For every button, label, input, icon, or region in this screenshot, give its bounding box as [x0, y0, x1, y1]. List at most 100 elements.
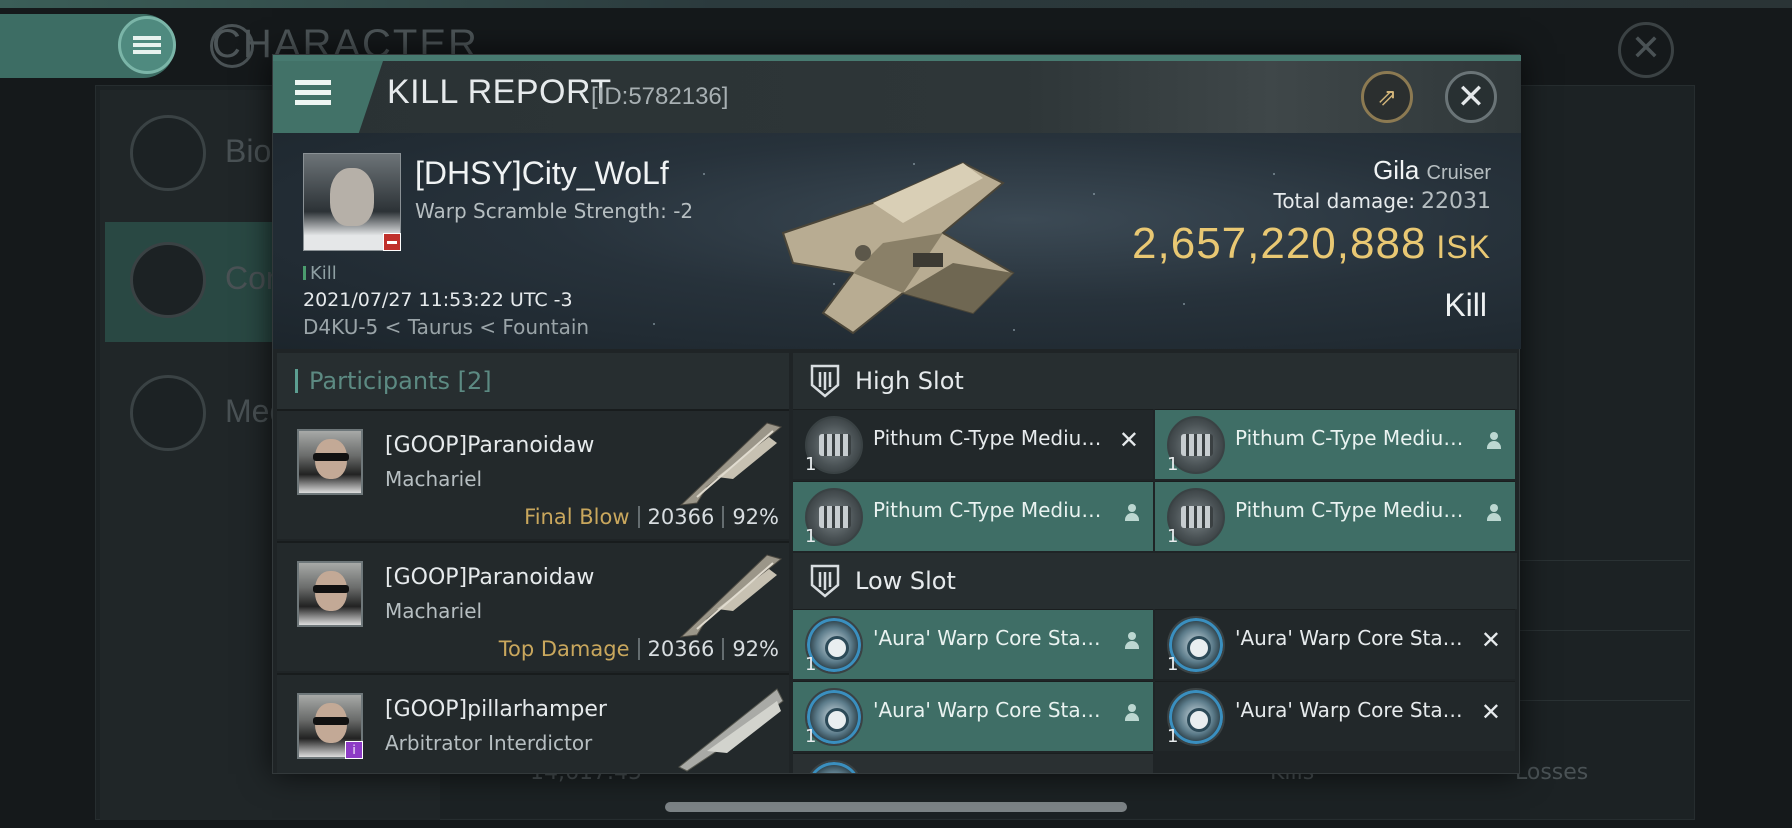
background-losses-label: Losses [1515, 760, 1589, 785]
destroyed-x-icon: ✕ [1118, 426, 1139, 454]
participant-portrait[interactable] [297, 561, 363, 627]
module-quantity: 1 [1167, 526, 1179, 547]
star-icon [130, 375, 206, 451]
module-name: Pithum C-Type Medium... [1235, 498, 1475, 522]
dropped-person-icon [1125, 632, 1139, 650]
high-slot-label: High Slot [855, 367, 964, 395]
main-menu-button[interactable] [118, 16, 176, 74]
dropped-person-icon [1487, 504, 1501, 522]
module-quantity: 1 [805, 454, 817, 475]
high-slot-header: High Slot [793, 353, 1517, 409]
module-item[interactable]: 1 Pithum C-Type Medium... [793, 481, 1153, 551]
background-top-bar [0, 0, 1792, 8]
module-item[interactable]: 1 'Aura' Warp Core Stabilizer [793, 681, 1153, 751]
module-name: 'Aura' Warp Core Stabilizer [873, 698, 1113, 722]
ship-class: Cruiser [1426, 162, 1491, 184]
module-item[interactable]: 1 Pithum C-Type Medium... [1155, 409, 1515, 479]
crossed-swords-icon [130, 242, 206, 318]
participant-percent: 92% [732, 505, 779, 529]
participant-damage: 20366 [647, 637, 715, 661]
module-item-partial[interactable] [793, 753, 1153, 773]
module-name: Pithum C-Type Medium... [873, 498, 1113, 522]
participant-ship-image [679, 422, 783, 506]
horizontal-scrollbar[interactable] [665, 802, 1127, 812]
participant-name[interactable]: [GOOP]Paranoidaw [385, 433, 594, 458]
participant-ship: Machariel [385, 467, 483, 491]
victim-name[interactable]: [DHSY]City_WoLf [415, 155, 669, 192]
module-name: 'Aura' Warp Core Stabilizer [1235, 626, 1475, 650]
module-quantity: 1 [805, 526, 817, 547]
low-slot-header: Low Slot [793, 553, 1517, 609]
victim-banner: [DHSY]City_WoLf Warp Scramble Strength: … [273, 133, 1521, 349]
participant-row[interactable]: [GOOP]Paranoidaw Machariel Final Blow 20… [277, 409, 789, 539]
window-title: KILL REPORT [387, 73, 612, 111]
participant-stats: Top Damage 20366 92% [499, 637, 779, 661]
isk-value: 2,657,220,888 ISK [1132, 219, 1491, 269]
participant-ship: Machariel [385, 599, 483, 623]
kill-tag: Kill [303, 263, 337, 284]
module-name: 'Aura' Warp Core Stabilizer [1235, 698, 1475, 722]
module-name: Pithum C-Type Medium... [873, 426, 1113, 450]
participant-row[interactable]: i [GOOP]pillarhamper Arbitrator Interdic… [277, 673, 789, 773]
participant-role: Final Blow [524, 505, 630, 529]
participants-count: [2] [457, 367, 492, 395]
high-slot-icon [810, 364, 840, 398]
close-button[interactable]: ✕ [1445, 71, 1497, 123]
module-name: Pithum C-Type Medium... [1235, 426, 1475, 450]
kill-date: 2021/07/27 11:53:22 UTC -3 [303, 289, 573, 311]
low-slot-label: Low Slot [855, 567, 956, 595]
module-item[interactable]: 1 'Aura' Warp Core Stabilizer ✕ [1155, 681, 1515, 751]
dropped-person-icon [1125, 704, 1139, 722]
kill-location[interactable]: D4KU-5 < Taurus < Fountain [303, 315, 589, 339]
module-item[interactable]: 1 'Aura' Warp Core Stabilizer [793, 609, 1153, 679]
share-icon: ⇗ [1376, 83, 1398, 111]
low-slot-icon [810, 564, 840, 598]
hamburger-icon [295, 75, 335, 115]
participants-panel: Participants [2] [GOOP]Paranoidaw Machar… [277, 353, 789, 773]
bio-icon [130, 115, 206, 191]
total-damage-label: Total damage: [1273, 189, 1416, 213]
kill-type: Kill [1444, 287, 1487, 323]
module-quantity: 1 [805, 726, 817, 747]
participant-ship-image [679, 554, 783, 638]
dropped-person-icon [1487, 432, 1501, 450]
module-quantity: 1 [1167, 726, 1179, 747]
module-item[interactable]: 1 Pithum C-Type Medium... ✕ [793, 409, 1153, 479]
victim-ship-image[interactable] [763, 143, 1043, 343]
ship-name[interactable]: Gila [1373, 155, 1419, 185]
fitting-slots-panel: High Slot 1 Pithum C-Type Medium... ✕ 1 … [793, 353, 1517, 773]
participants-header: Participants [2] [277, 353, 789, 409]
participant-damage: 20366 [647, 505, 715, 529]
isk-unit: ISK [1436, 229, 1491, 265]
module-item[interactable]: 1 Pithum C-Type Medium... [1155, 481, 1515, 551]
module-item[interactable]: 1 'Aura' Warp Core Stabilizer ✕ [1155, 609, 1515, 679]
participant-ship-image [678, 688, 784, 772]
info-badge-icon: i [345, 741, 363, 759]
participant-portrait[interactable] [297, 429, 363, 495]
total-damage-value: 22031 [1421, 189, 1491, 214]
module-quantity: 1 [1167, 654, 1179, 675]
close-icon: ✕ [1456, 77, 1486, 117]
participant-row[interactable]: [GOOP]Paranoidaw Machariel Top Damage 20… [277, 541, 789, 671]
warp-core-stabilizer-icon [805, 760, 863, 773]
standing-flag-icon [383, 233, 401, 251]
kill-report-window: KILL REPORT [ID:5782136] ⇗ ✕ [DHSY]City_… [272, 54, 1521, 774]
destroyed-x-icon: ✕ [1480, 698, 1501, 726]
sidebar-item-label: Bio [225, 133, 272, 169]
participant-name[interactable]: [GOOP]pillarhamper [385, 697, 607, 722]
victim-ship-name: Gila Cruiser [1373, 155, 1491, 186]
participant-role: Top Damage [498, 637, 630, 661]
total-damage: Total damage: 22031 [1274, 189, 1492, 214]
participant-name[interactable]: [GOOP]Paranoidaw [385, 565, 594, 590]
background-close-button[interactable]: ✕ [1618, 22, 1674, 78]
share-button[interactable]: ⇗ [1361, 71, 1413, 123]
dropped-person-icon [1125, 504, 1139, 522]
module-quantity: 1 [1167, 454, 1179, 475]
victim-subtitle: Warp Scramble Strength: -2 [415, 199, 694, 223]
module-quantity: 1 [805, 654, 817, 675]
destroyed-x-icon: ✕ [1480, 626, 1501, 654]
participant-stats: Final Blow 20366 92% [524, 505, 779, 529]
participant-ship: Arbitrator Interdictor [385, 731, 593, 755]
participants-label: Participants [309, 367, 450, 395]
kill-id: [ID:5782136] [591, 83, 729, 110]
